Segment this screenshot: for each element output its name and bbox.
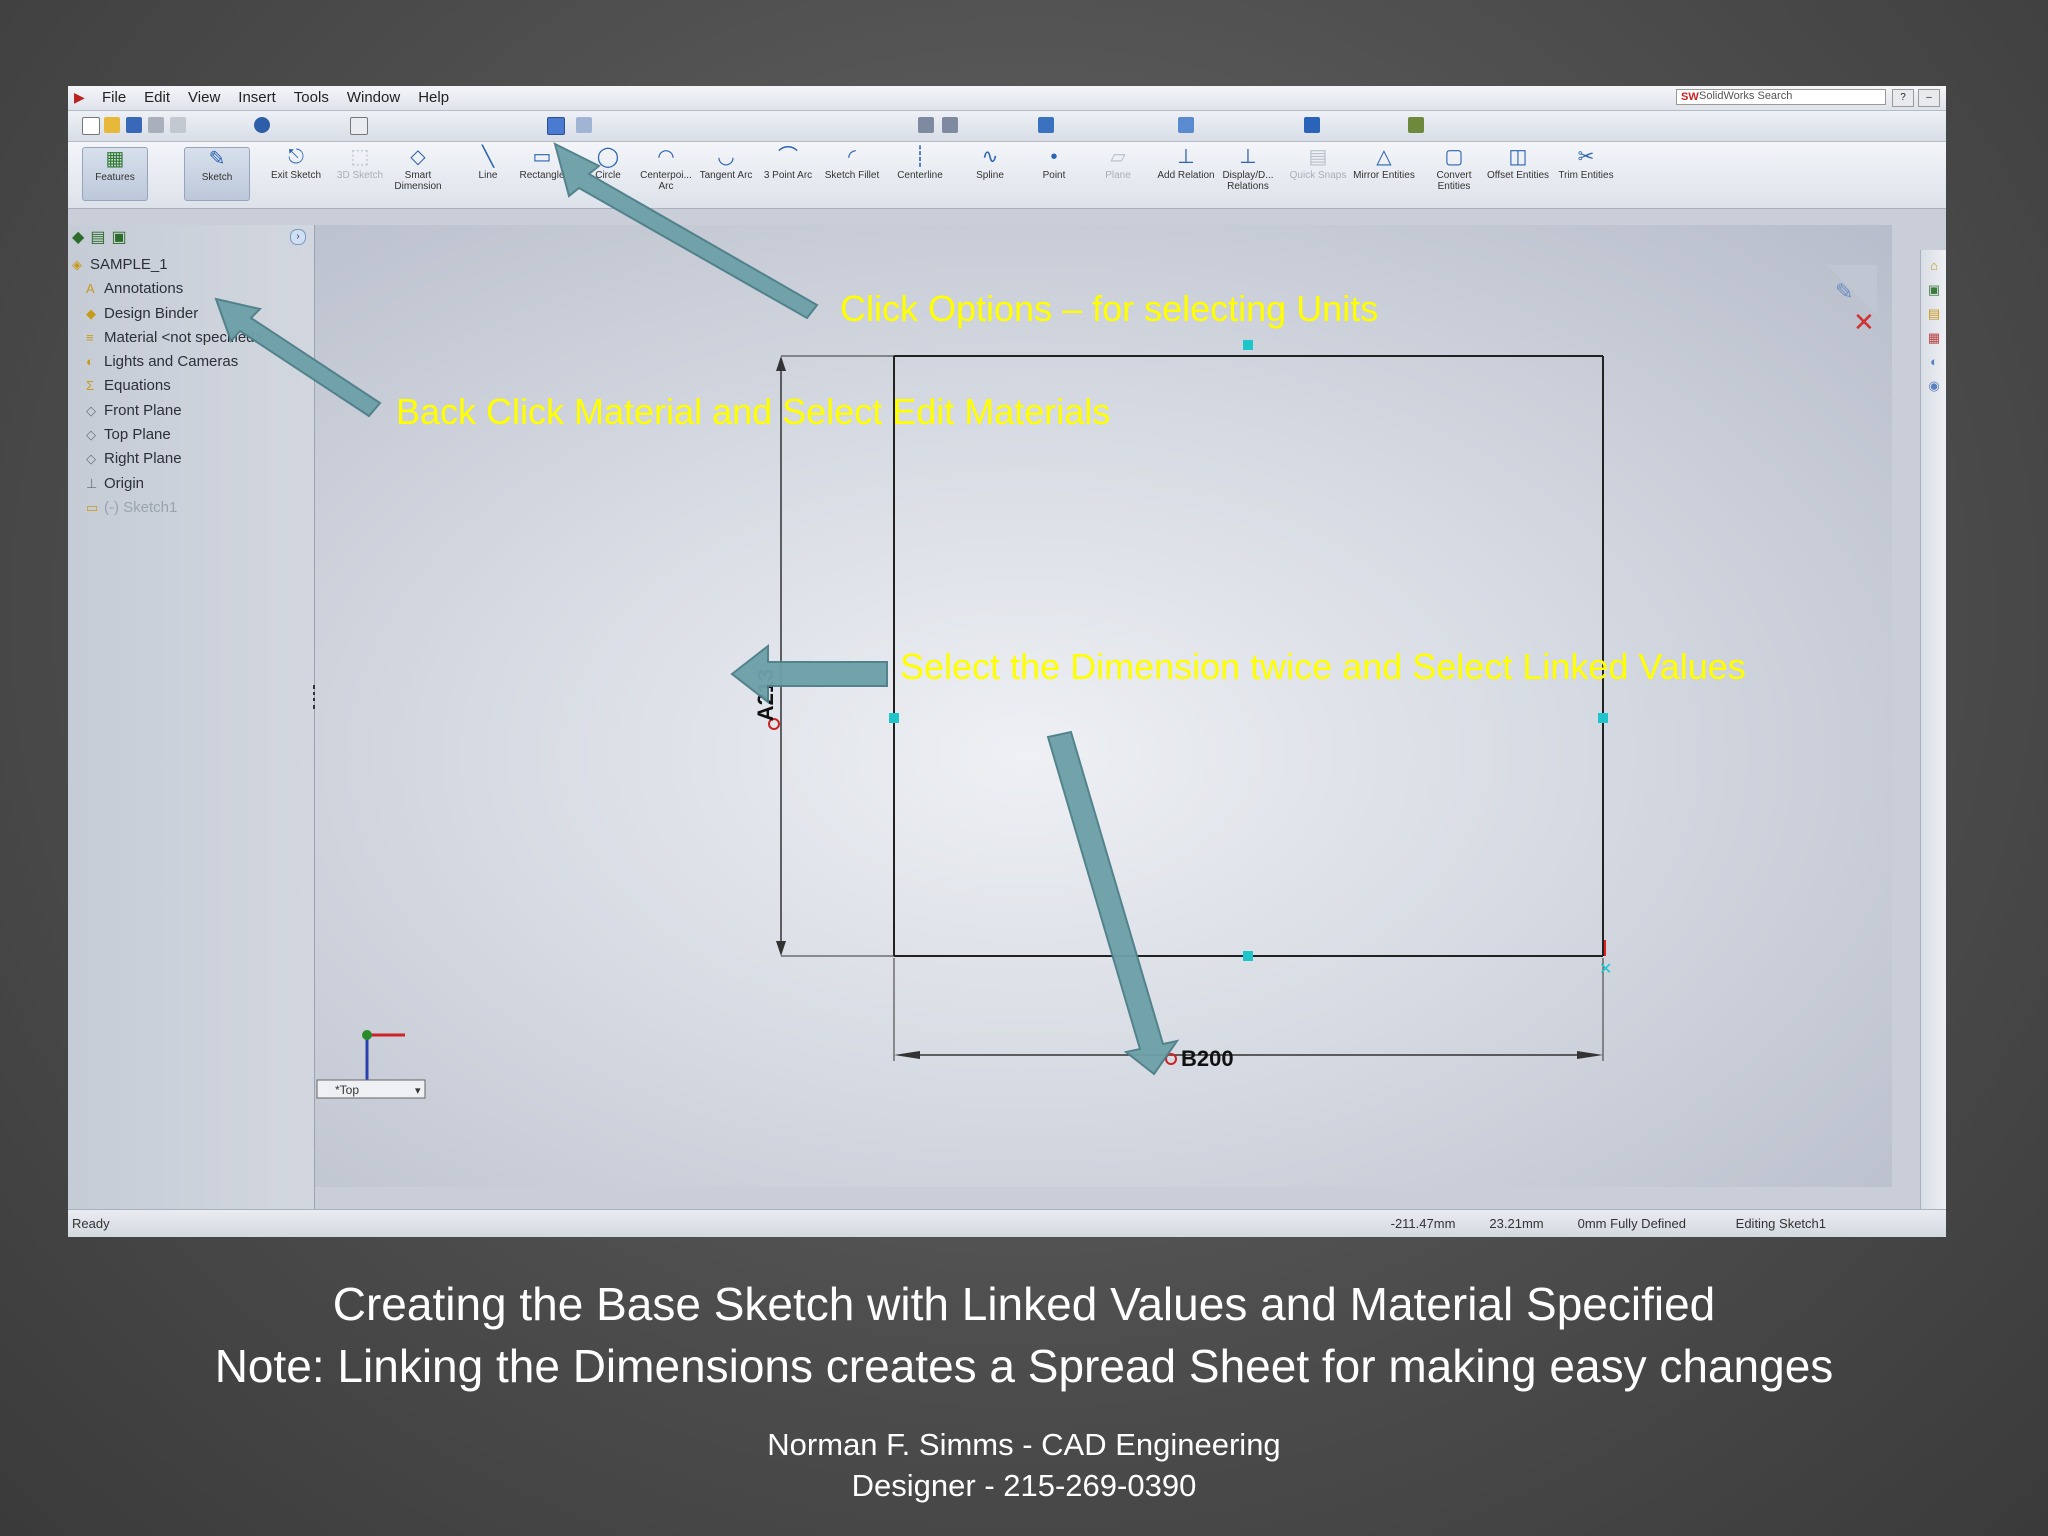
annotation-options: Click Options – for selecting Units — [840, 288, 1378, 329]
author-credit: Norman F. Simms - CAD Engineering Design… — [0, 1424, 2048, 1506]
annotation-material: Back Click Material and Select Edit Mate… — [396, 391, 1110, 432]
caption-line-2: Note: Linking the Dimensions creates a S… — [214, 1340, 1834, 1392]
arrow-to-options — [553, 142, 819, 320]
arrow-to-linked-values — [1046, 730, 1180, 1076]
author-line-2: Designer - 215-269-0390 — [851, 1468, 1197, 1503]
annotation-dimension: Select the Dimension twice and Select Li… — [900, 646, 1746, 687]
caption-line-1: Creating the Base Sketch with Linked Val… — [332, 1278, 1716, 1330]
author-line-1: Norman F. Simms - CAD Engineering — [767, 1427, 1281, 1462]
arrow-to-material — [214, 297, 382, 418]
slide-caption: Creating the Base Sketch with Linked Val… — [0, 1273, 2048, 1397]
arrow-to-dimension — [730, 643, 888, 705]
